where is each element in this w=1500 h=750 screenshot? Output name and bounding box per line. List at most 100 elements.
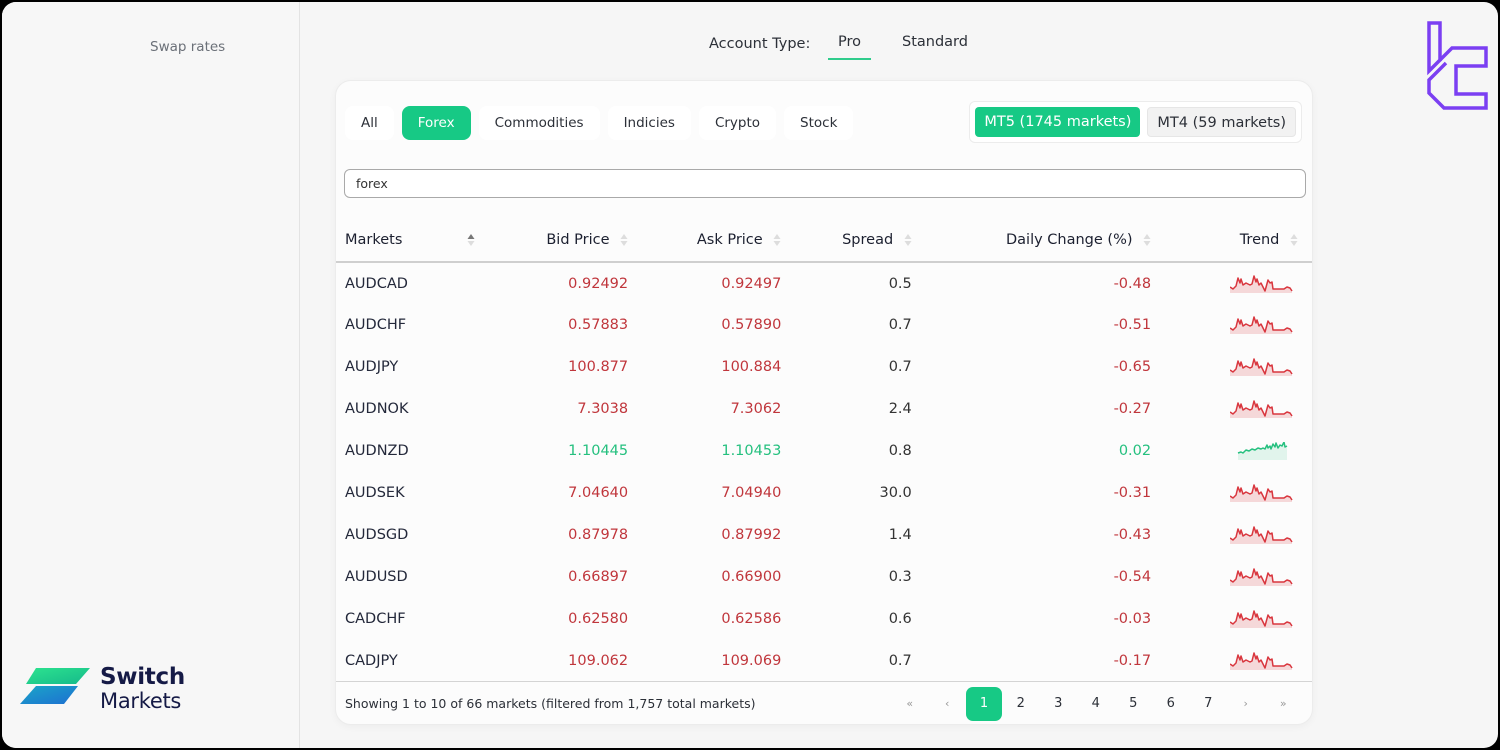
market-name[interactable]: AUDJPY (336, 346, 489, 388)
daily-change: -0.31 (1113, 485, 1152, 501)
pagination-page-6[interactable]: 6 (1152, 687, 1190, 721)
sort-icon (620, 234, 628, 246)
ask-price: 0.62586 (721, 611, 782, 627)
table-header-row: Markets Bid Price Ask Price Spread Daily… (336, 219, 1312, 263)
bid-price: 0.87978 (568, 527, 629, 543)
trend-sparkline-down-icon (1230, 526, 1293, 544)
table-row[interactable]: CADJPY 109.062 109.069 0.7 -0.17 (336, 640, 1312, 682)
column-header-trend[interactable]: Trend (1165, 219, 1312, 263)
market-name[interactable]: CADJPY (336, 640, 489, 682)
sidebar-item-swap-rates[interactable]: Swap rates (150, 39, 225, 55)
switch-markets-logo-icon (20, 668, 90, 704)
market-name[interactable]: AUDCHF (336, 304, 489, 346)
column-header-label: Bid Price (546, 232, 610, 248)
bid-price: 0.62580 (568, 611, 629, 627)
pagination-page-3[interactable]: 3 (1040, 687, 1078, 721)
column-header-label: Daily Change (%) (1005, 232, 1133, 248)
market-name[interactable]: AUDNOK (336, 388, 489, 430)
account-type-label: Account Type: (709, 36, 811, 52)
category-tab-crypto[interactable]: Crypto (698, 106, 777, 140)
table-row[interactable]: AUDNZD 1.10445 1.10453 0.8 0.02 (336, 430, 1312, 472)
table-row[interactable]: AUDSEK 7.04640 7.04940 30.0 -0.31 (336, 472, 1312, 514)
category-tab-all[interactable]: All (345, 106, 394, 140)
table-row[interactable]: AUDCHF 0.57883 0.57890 0.7 -0.51 (336, 304, 1312, 346)
trend-sparkline-up-icon (1237, 442, 1288, 460)
category-tabs: All Forex Commodities Indicies Crypto St… (345, 106, 854, 140)
spread: 1.4 (888, 527, 912, 543)
trend-sparkline-down-icon (1230, 484, 1293, 502)
account-type-pro-tab[interactable]: Pro (828, 34, 872, 60)
daily-change: -0.03 (1113, 611, 1152, 627)
account-type-standard-tab[interactable]: Standard (892, 34, 978, 58)
daily-change: -0.17 (1113, 653, 1152, 669)
table-row[interactable]: AUDSGD 0.87978 0.87992 1.4 -0.43 (336, 514, 1312, 556)
table-body: AUDCAD 0.92492 0.92497 0.5 -0.48 AUDCHF 0.5788… (336, 262, 1312, 682)
trend-sparkline-down-icon (1230, 400, 1293, 418)
sort-ascending-icon (467, 234, 475, 246)
bid-price: 0.92492 (568, 275, 629, 292)
column-header-markets[interactable]: Markets (336, 219, 490, 263)
table-row[interactable]: AUDNOK 7.3038 7.3062 2.4 -0.27 (336, 388, 1312, 430)
daily-change: -0.43 (1113, 527, 1152, 543)
corner-logo-icon (1424, 20, 1490, 116)
pagination-page-1[interactable]: 1 (966, 687, 1002, 721)
trend-sparkline-down-icon (1230, 568, 1293, 586)
brand-name-line2: Markets (100, 689, 182, 713)
market-name[interactable]: AUDUSD (336, 556, 489, 598)
trend-sparkline-down-icon (1230, 652, 1293, 670)
market-name[interactable]: CADCHF (336, 598, 489, 640)
bid-price: 109.062 (568, 653, 629, 669)
table-row[interactable]: AUDUSD 0.66897 0.66900 0.3 -0.54 (336, 556, 1312, 598)
trend-cell (1165, 346, 1312, 388)
daily-change: 0.02 (1118, 443, 1152, 459)
trend-cell (1165, 640, 1312, 682)
table-row[interactable]: AUDCAD 0.92492 0.92497 0.5 -0.48 (336, 262, 1312, 304)
bid-price: 7.3038 (577, 401, 629, 417)
markets-card: All Forex Commodities Indicies Crypto St… (335, 80, 1313, 725)
column-header-spread[interactable]: Spread (795, 219, 926, 263)
market-name[interactable]: AUDCAD (336, 262, 489, 304)
trend-cell (1165, 262, 1312, 304)
table-footer: Showing 1 to 10 of 66 markets (filtered … (336, 681, 1312, 725)
category-tab-indices[interactable]: Indicies (607, 106, 691, 140)
pagination-first-button[interactable]: « (891, 687, 929, 721)
pagination-next-button[interactable]: › (1227, 687, 1265, 721)
pagination-last-button[interactable]: » (1265, 687, 1303, 721)
pagination-prev-button[interactable]: ‹ (929, 687, 967, 721)
market-name[interactable]: AUDNZD (336, 430, 489, 472)
category-tab-commodities[interactable]: Commodities (478, 106, 600, 140)
column-header-bid-price[interactable]: Bid Price (489, 219, 643, 263)
ask-price: 0.66900 (721, 569, 782, 585)
column-header-daily-change[interactable]: Daily Change (%) (925, 219, 1166, 263)
column-header-ask-price[interactable]: Ask Price (642, 219, 796, 263)
switch-markets-logo: Switch Markets (18, 664, 218, 714)
trend-cell (1165, 514, 1312, 556)
spread: 0.5 (888, 275, 912, 292)
table-row[interactable]: CADCHF 0.62580 0.62586 0.6 -0.03 (336, 598, 1312, 640)
market-name[interactable]: AUDSGD (336, 514, 489, 556)
trend-cell (1165, 472, 1312, 514)
category-tab-stock[interactable]: Stock (784, 106, 854, 140)
platform-toggle: MT5 (1745 markets) MT4 (59 markets) (969, 101, 1302, 143)
pagination-page-5[interactable]: 5 (1115, 687, 1153, 721)
pagination-page-7[interactable]: 7 (1190, 687, 1228, 721)
platform-mt5-button[interactable]: MT5 (1745 markets) (975, 107, 1141, 137)
platform-mt4-button[interactable]: MT4 (59 markets) (1147, 107, 1296, 137)
spread: 0.3 (888, 569, 912, 585)
daily-change: -0.65 (1113, 359, 1152, 375)
bid-price: 7.04640 (568, 485, 629, 501)
search-input[interactable] (344, 169, 1306, 198)
sort-icon (904, 234, 912, 246)
market-name[interactable]: AUDSEK (336, 472, 489, 514)
trend-cell (1165, 598, 1312, 640)
trend-cell (1165, 556, 1312, 598)
sort-icon (773, 234, 781, 246)
pagination-page-4[interactable]: 4 (1077, 687, 1115, 721)
results-info: Showing 1 to 10 of 66 markets (filtered … (345, 696, 756, 711)
ask-price: 7.04940 (721, 485, 782, 501)
daily-change: -0.48 (1113, 275, 1152, 292)
pagination-page-2[interactable]: 2 (1002, 687, 1040, 721)
table-row[interactable]: AUDJPY 100.877 100.884 0.7 -0.65 (336, 346, 1312, 388)
category-tab-forex[interactable]: Forex (401, 106, 471, 140)
column-header-label: Markets (345, 232, 403, 248)
